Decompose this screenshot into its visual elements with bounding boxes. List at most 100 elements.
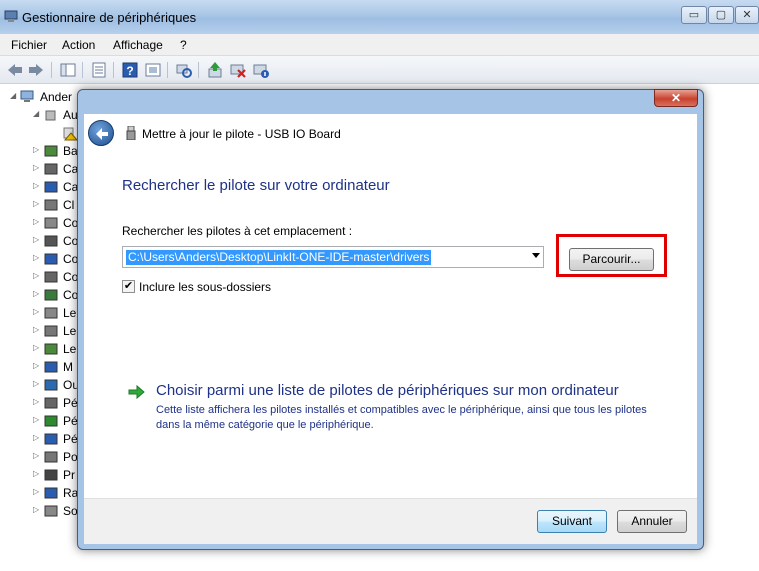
tree-category-item[interactable]: ▷ Ra: [33, 484, 83, 502]
maximize-button[interactable]: ▢: [708, 6, 734, 24]
expand-icon[interactable]: ▷: [33, 506, 41, 514]
device-category-icon: [44, 307, 58, 319]
tree-category-item[interactable]: ▷ Ba: [33, 142, 83, 160]
tree-category-item[interactable]: ▷ M: [33, 358, 83, 376]
expand-icon[interactable]: ▷: [33, 308, 41, 316]
checkmark-icon: ✔: [123, 280, 134, 292]
menu-fichier[interactable]: Fichier: [11, 38, 47, 52]
tree-category-item[interactable]: ▷ Ca: [33, 178, 83, 196]
expand-icon[interactable]: ▷: [33, 416, 41, 424]
menu-bar: Fichier Action Affichage ?: [0, 34, 759, 56]
device-category-icon: [44, 397, 58, 409]
tree-category-label: Le: [63, 306, 77, 320]
expand-icon[interactable]: ▷: [33, 290, 41, 298]
expand-icon[interactable]: ▷: [33, 488, 41, 496]
tree-category-label: Le: [63, 324, 77, 338]
tree-category-item[interactable]: ▷ Co: [33, 232, 83, 250]
uninstall-icon[interactable]: [229, 61, 247, 79]
expand-icon[interactable]: ▷: [33, 380, 41, 388]
dialog-body: Rechercher le pilote sur votre ordinateu…: [84, 154, 697, 498]
collapse-icon: ◢: [10, 91, 17, 100]
forward-arrow-icon[interactable]: [27, 61, 45, 79]
device-category-icon: [44, 235, 58, 247]
tree-category-label: Pé: [63, 414, 78, 428]
menu-affichage[interactable]: Affichage: [113, 38, 163, 52]
toolbar-separator: [167, 62, 168, 78]
next-button[interactable]: Suivant: [537, 510, 607, 533]
update-driver-dialog: ✕ Mettre à jour le pilote - USB IO Board…: [77, 89, 704, 550]
tree-category-item[interactable]: ▷ Le: [33, 340, 83, 358]
include-subfolders-label[interactable]: Inclure les sous-dossiers: [139, 280, 271, 294]
expand-icon[interactable]: ▷: [33, 452, 41, 460]
tree-category-item[interactable]: ▷ Le: [33, 322, 83, 340]
expand-icon[interactable]: ▷: [33, 344, 41, 352]
device-category-icon: [44, 199, 58, 211]
expand-icon[interactable]: ▷: [33, 164, 41, 172]
expand-icon[interactable]: ▷: [33, 200, 41, 208]
device-category-icon: [44, 271, 58, 283]
tree-category-item[interactable]: ▷ Co: [33, 268, 83, 286]
dropdown-arrow-icon[interactable]: [532, 253, 540, 258]
device-category-icon: [44, 163, 58, 175]
choose-driver-description: Cette liste affichera les pilotes instal…: [156, 404, 647, 431]
expand-icon[interactable]: ▷: [33, 182, 41, 190]
close-button[interactable]: ✕: [735, 6, 759, 24]
back-button[interactable]: [88, 120, 114, 146]
disable-icon[interactable]: [252, 61, 270, 79]
tree-category-item[interactable]: ▷ Pé: [33, 394, 83, 412]
tree-item[interactable]: ◢ Au: [33, 106, 83, 124]
tree-category-item[interactable]: ▷ So: [33, 502, 83, 520]
expand-icon[interactable]: ▷: [33, 470, 41, 478]
help-icon[interactable]: ?: [121, 61, 139, 79]
tree-category-label: Le: [63, 342, 77, 356]
device-manager-icon: [4, 10, 18, 22]
tree-category-item[interactable]: ▷ Pé: [33, 430, 83, 448]
back-arrow-icon[interactable]: [6, 61, 24, 79]
path-combobox[interactable]: C:\Users\Anders\Desktop\LinkIt-ONE-IDE-m…: [122, 246, 544, 268]
browse-button[interactable]: Parcourir...: [569, 248, 654, 271]
choose-driver-link[interactable]: Choisir parmi une liste de pilotes de pé…: [156, 382, 619, 399]
tree-category-item[interactable]: ▷ Co: [33, 286, 83, 304]
page-heading: Rechercher le pilote sur votre ordinateu…: [122, 177, 390, 194]
tree-category-item[interactable]: ▷ Pé: [33, 412, 83, 430]
expand-icon[interactable]: ▷: [33, 272, 41, 280]
tree-category-item[interactable]: ▷ Cl: [33, 196, 83, 214]
device-category-icon: [44, 379, 58, 391]
maximize-icon: ▢: [715, 9, 727, 21]
green-arrow-icon[interactable]: [128, 384, 146, 400]
expand-icon[interactable]: ▷: [33, 434, 41, 442]
tree-category-item[interactable]: ▷ Ou: [33, 376, 83, 394]
expand-icon[interactable]: ▷: [33, 398, 41, 406]
menu-action[interactable]: Action: [62, 38, 95, 52]
scan-hardware-icon[interactable]: [175, 61, 193, 79]
expand-icon[interactable]: ▷: [33, 146, 41, 154]
update-driver-icon[interactable]: [206, 61, 224, 79]
dialog-close-button[interactable]: ✕: [654, 89, 698, 107]
tree-category-item[interactable]: ▷ Ca: [33, 160, 83, 178]
tree-category-item[interactable]: ▷ Pr: [33, 466, 83, 484]
tree-category-item[interactable]: ▷ Co: [33, 250, 83, 268]
cancel-button[interactable]: Annuler: [617, 510, 687, 533]
usb-device-icon: [126, 126, 136, 140]
device-category-icon: [44, 253, 58, 265]
tree-root[interactable]: ◢ Ander: [10, 88, 80, 106]
include-subfolders-checkbox[interactable]: ✔: [122, 280, 135, 293]
expand-icon[interactable]: ▷: [33, 254, 41, 262]
menu-help[interactable]: ?: [180, 38, 187, 52]
show-hidden-icon[interactable]: [144, 61, 162, 79]
svg-text:?: ?: [126, 64, 133, 78]
device-category-icon: [44, 433, 58, 445]
dialog-header: Mettre à jour le pilote - USB IO Board: [84, 114, 697, 154]
expand-icon[interactable]: ▷: [33, 362, 41, 370]
expand-icon[interactable]: ▷: [33, 236, 41, 244]
path-value[interactable]: C:\Users\Anders\Desktop\LinkIt-ONE-IDE-m…: [126, 250, 432, 265]
collapse-icon: ◢: [33, 109, 40, 118]
minimize-button[interactable]: ▭: [681, 6, 707, 24]
expand-icon[interactable]: ▷: [33, 218, 41, 226]
properties-icon[interactable]: [90, 61, 108, 79]
console-tree-icon[interactable]: [59, 61, 77, 79]
tree-category-item[interactable]: ▷ Po: [33, 448, 83, 466]
expand-icon[interactable]: ▷: [33, 326, 41, 334]
tree-category-item[interactable]: ▷ Le: [33, 304, 83, 322]
tree-category-item[interactable]: ▷ Co: [33, 214, 83, 232]
